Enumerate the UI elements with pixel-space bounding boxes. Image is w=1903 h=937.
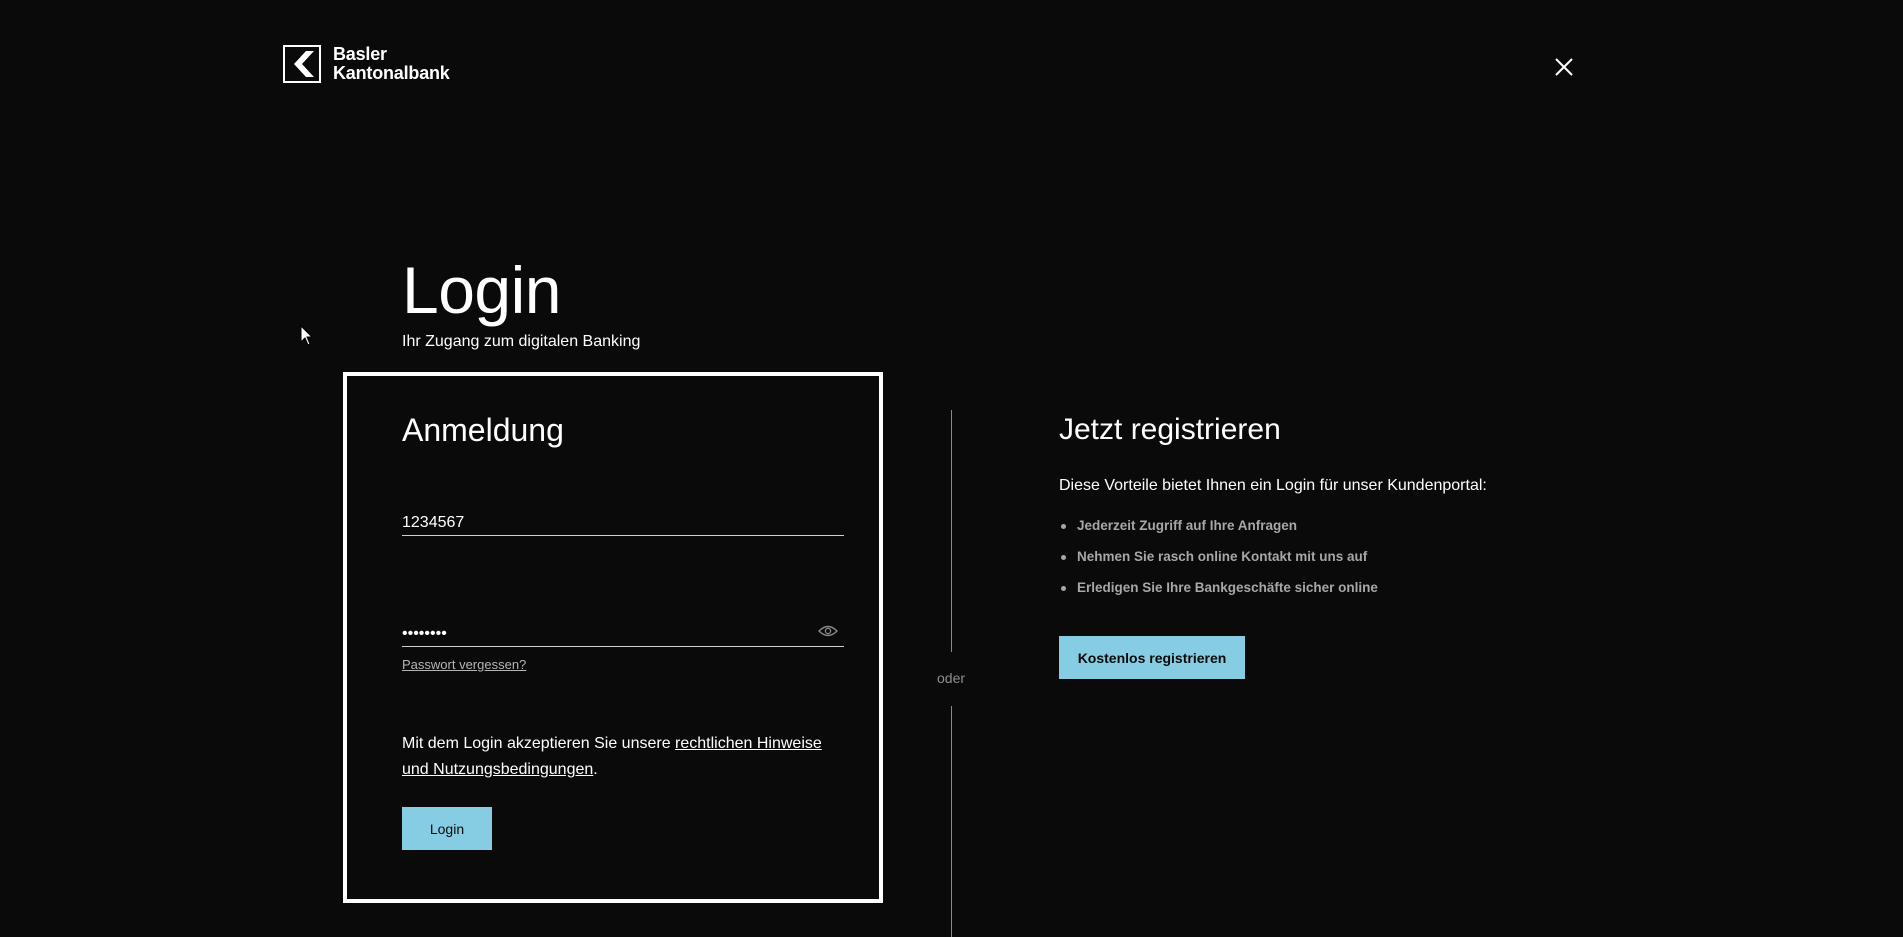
password-field[interactable] [402, 616, 844, 647]
page-subtitle: Ihr Zugang zum digitalen Banking [402, 333, 641, 350]
logo-line-1: Basler [333, 44, 387, 64]
login-card-heading: Anmeldung [402, 412, 564, 448]
register-intro: Diese Vorteile bietet Ihnen ein Login fü… [1059, 477, 1487, 494]
page-title: Login [402, 253, 562, 327]
username-input[interactable] [402, 514, 802, 532]
bank-logo[interactable]: Basler Kantonalbank [283, 45, 450, 83]
divider-line-bottom [951, 706, 952, 937]
username-field[interactable] [402, 505, 844, 536]
list-item: Erledigen Sie Ihre Bankgeschäfte sicher … [1059, 578, 1378, 609]
terms-suffix: . [593, 761, 598, 778]
divider-line-top [951, 410, 952, 652]
eye-icon[interactable] [818, 624, 838, 638]
forgot-password-link[interactable]: Passwort vergessen? [402, 657, 526, 672]
benefits-list: Jederzeit Zugriff auf Ihre Anfragen Nehm… [1059, 516, 1378, 609]
password-input[interactable] [402, 625, 802, 643]
mouse-cursor-icon [300, 325, 314, 346]
list-item: Nehmen Sie rasch online Kontakt mit uns … [1059, 547, 1378, 578]
close-button[interactable] [1552, 55, 1576, 79]
bkb-logo-icon [283, 45, 321, 83]
terms-prefix: Mit dem Login akzeptieren Sie unsere [402, 735, 676, 752]
logo-line-2: Kantonalbank [333, 63, 450, 83]
register-button[interactable]: Kostenlos registrieren [1059, 636, 1245, 679]
close-icon [1555, 58, 1573, 76]
login-page: Basler Kantonalbank Login Ihr Zugang zum… [0, 0, 1903, 937]
terms-text: Mit dem Login akzeptieren Sie unsere rec… [402, 731, 852, 783]
register-heading: Jetzt registrieren [1059, 413, 1281, 446]
login-button[interactable]: Login [402, 807, 492, 850]
logo-wordmark: Basler Kantonalbank [333, 45, 450, 83]
divider-label: oder [937, 670, 966, 686]
list-item: Jederzeit Zugriff auf Ihre Anfragen [1059, 516, 1378, 547]
